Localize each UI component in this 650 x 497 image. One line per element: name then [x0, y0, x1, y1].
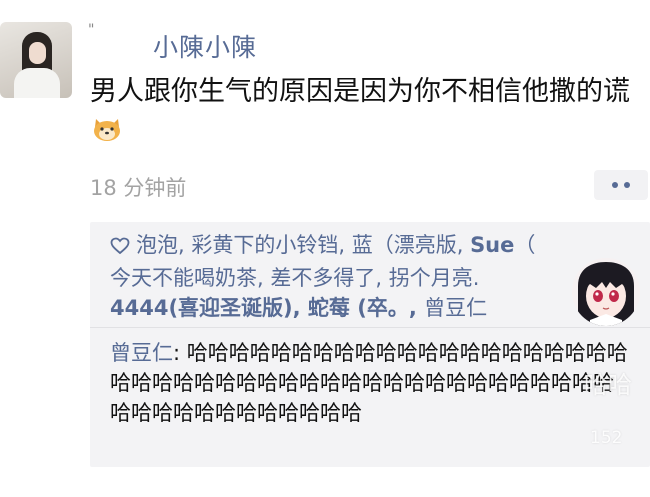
divider	[90, 327, 650, 328]
dot	[624, 182, 630, 188]
heart-outline-icon	[110, 233, 130, 263]
post-time: 18 分钟前	[90, 176, 187, 200]
dot	[612, 182, 618, 188]
likes-line-3: 4444(喜迎圣诞版), 蛇莓 (卒。, 曾豆仁	[110, 293, 650, 323]
avatar-body	[14, 68, 60, 98]
comment-item[interactable]: 曾豆仁: 哈哈哈哈哈哈哈哈哈哈哈哈哈哈哈哈哈哈哈哈哈哈哈哈哈哈哈哈哈哈哈哈哈哈哈…	[110, 338, 630, 428]
watermark-text: 哈哈	[584, 371, 632, 399]
quote-mark: "	[88, 22, 95, 38]
liker-names[interactable]: 泡泡, 彩黄下的小铃铛, 蓝（漂亮版,	[136, 233, 470, 257]
liker-name[interactable]: Sue	[470, 233, 514, 257]
watermark-number: 152	[590, 428, 623, 448]
avatar-face	[29, 42, 46, 64]
doge-emoji-icon	[92, 115, 122, 141]
liker-name-tail: （	[514, 233, 536, 257]
liker-name[interactable]: 曾豆仁	[424, 296, 487, 320]
user-avatar[interactable]	[0, 22, 72, 98]
likes-line-1: 泡泡, 彩黄下的小铃铛, 蓝（漂亮版, Sue（	[110, 230, 650, 263]
likes-list: 泡泡, 彩黄下的小铃铛, 蓝（漂亮版, Sue（ 今天不能喝奶茶, 差不多得了,…	[110, 230, 650, 323]
more-dots-icon[interactable]	[594, 170, 648, 200]
post-text: 男人跟你生气的原因是因为你不相信他撒的谎	[90, 76, 630, 107]
comment-separator: :	[173, 341, 187, 365]
post-content: 男人跟你生气的原因是因为你不相信他撒的谎	[90, 73, 638, 149]
anime-avatar	[572, 258, 640, 326]
likes-line-2[interactable]: 今天不能喝奶茶, 差不多得了, 拐个月亮.	[110, 263, 650, 293]
comment-author[interactable]: 曾豆仁	[110, 341, 173, 365]
interaction-panel: 泡泡, 彩黄下的小铃铛, 蓝（漂亮版, Sue（ 今天不能喝奶茶, 差不多得了,…	[90, 222, 650, 467]
user-nickname[interactable]: 小陳小陳	[153, 28, 257, 64]
liker-names[interactable]: 4444(喜迎圣诞版), 蛇莓 (卒。,	[110, 296, 424, 320]
comment-text: 哈哈哈哈哈哈哈哈哈哈哈哈哈哈哈哈哈哈哈哈哈哈哈哈哈哈哈哈哈哈哈哈哈哈哈哈哈哈哈哈…	[110, 341, 628, 425]
